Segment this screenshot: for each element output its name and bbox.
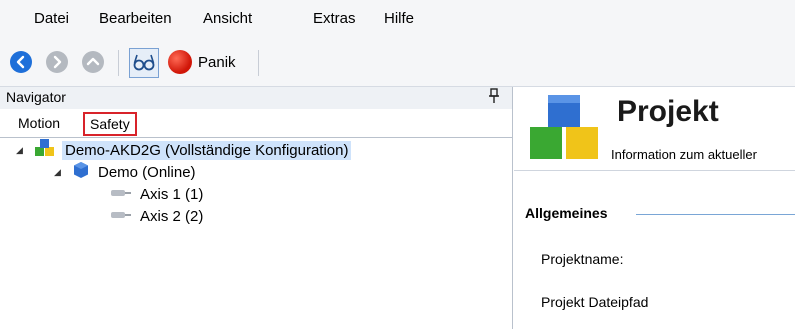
- project-cubes-icon: [528, 93, 602, 168]
- forward-arrow-icon[interactable]: [46, 51, 68, 73]
- project-header: Projekt Information zum aktueller: [514, 87, 795, 171]
- tab-motion[interactable]: Motion: [18, 115, 60, 131]
- project-cubes-icon: [34, 138, 56, 162]
- section-heading: Allgemeines: [525, 205, 608, 221]
- menu-bearbeiten[interactable]: Bearbeiten: [99, 10, 172, 27]
- axis-icon: [110, 208, 132, 225]
- section-divider: [636, 214, 795, 215]
- up-arrow-icon[interactable]: [82, 51, 104, 73]
- menu-ansicht[interactable]: Ansicht: [203, 10, 252, 27]
- tree-item-label: Demo (Online): [98, 163, 196, 181]
- page-subtitle: Information zum aktueller: [611, 147, 757, 162]
- panic-label: Panik: [198, 53, 236, 71]
- expand-arrow-icon[interactable]: ◢: [16, 145, 28, 156]
- menu-bar: Datei Bearbeiten Ansicht Extras Hilfe: [0, 0, 795, 38]
- menu-extras[interactable]: Extras: [313, 10, 356, 27]
- tree-item-label: Demo-AKD2G (Vollständige Konfiguration): [62, 140, 352, 160]
- toolbar-separator: [118, 50, 119, 76]
- toolbar-separator: [258, 50, 259, 76]
- panic-icon: [168, 50, 192, 74]
- navigator-title: Navigator: [6, 89, 66, 105]
- project-panel: Projekt Information zum aktueller Allgem…: [514, 87, 795, 329]
- navigator-tabs: Motion Safety: [0, 109, 512, 138]
- field-label-project-name: Projektname:: [541, 251, 624, 267]
- expand-arrow-icon[interactable]: ◢: [54, 167, 66, 178]
- tree-item-axis-2[interactable]: Axis 2 (2): [110, 205, 203, 227]
- axis-icon: [110, 186, 132, 203]
- menu-datei[interactable]: Datei: [34, 10, 69, 27]
- glasses-icon[interactable]: [129, 48, 159, 78]
- tree-item-label: Axis 1 (1): [140, 185, 204, 203]
- page-title: Projekt: [617, 95, 719, 128]
- navigator-panel: Navigator Motion Safety ◢ Demo-AKD2G (Vo…: [0, 87, 513, 329]
- navigator-header: Navigator: [0, 87, 512, 109]
- menu-hilfe[interactable]: Hilfe: [384, 10, 414, 27]
- field-label-project-path: Projekt Dateipfad: [541, 294, 649, 310]
- tree-item-device[interactable]: ◢ Demo (Online): [54, 161, 196, 183]
- tree-item-label: Axis 2 (2): [140, 207, 204, 225]
- device-cube-icon: [72, 161, 90, 183]
- panic-button[interactable]: Panik: [168, 48, 236, 76]
- back-arrow-icon[interactable]: [10, 51, 32, 73]
- tab-safety[interactable]: Safety: [83, 112, 137, 136]
- tree-item-project[interactable]: ◢ Demo-AKD2G (Vollständige Konfiguration…: [16, 138, 352, 162]
- toolbar: Panik: [0, 38, 795, 87]
- pin-icon[interactable]: [488, 88, 500, 107]
- tree-item-axis-1[interactable]: Axis 1 (1): [110, 183, 203, 205]
